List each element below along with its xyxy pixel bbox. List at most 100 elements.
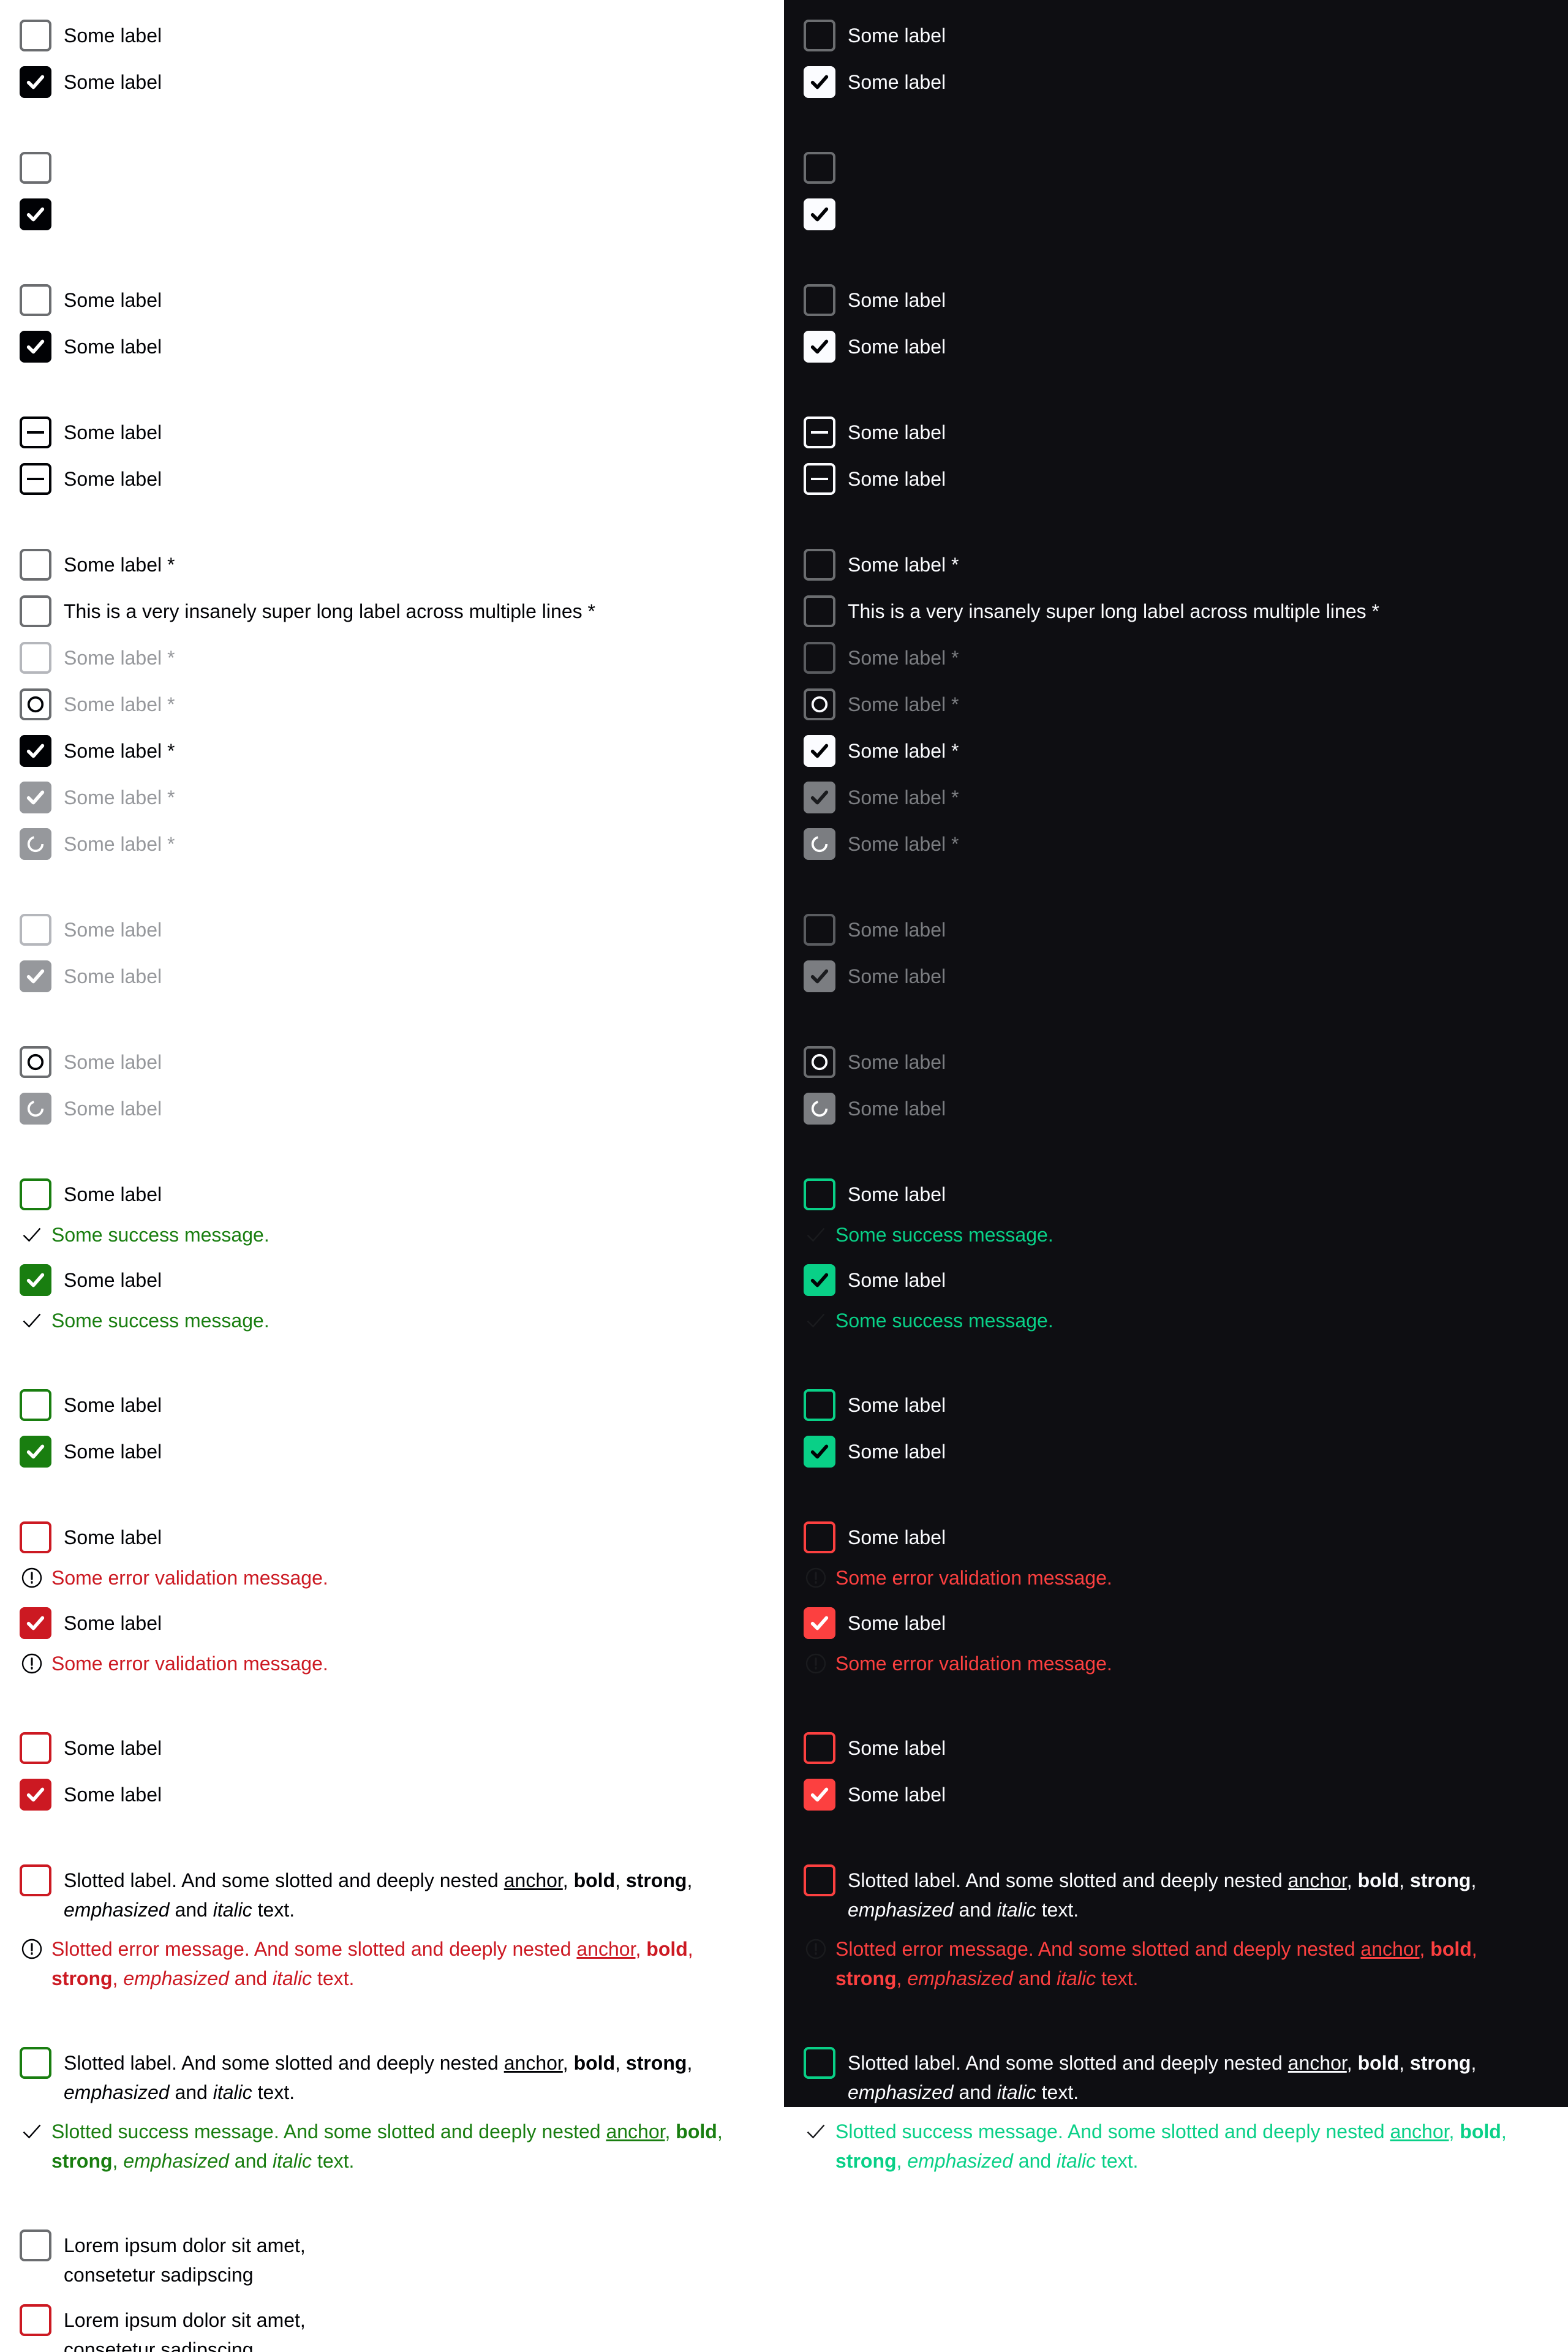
checkbox-error-checked[interactable] — [20, 1779, 51, 1811]
checkbox-unchecked[interactable] — [20, 152, 51, 184]
checkbox-row[interactable]: Some label — [20, 66, 784, 98]
checkbox-checked[interactable] — [804, 66, 835, 98]
checkbox-success-checked[interactable] — [804, 1436, 835, 1468]
checkbox-unchecked[interactable] — [804, 152, 835, 184]
checkbox-row[interactable]: Some label — [804, 284, 1568, 316]
checkbox-row[interactable]: Some label — [20, 20, 784, 51]
checkbox-row[interactable]: Some label — [20, 1779, 784, 1811]
checkbox-error-checked[interactable] — [804, 1779, 835, 1811]
checkbox-row[interactable]: Some label — [20, 284, 784, 316]
checkbox-indeterminate[interactable] — [20, 417, 51, 448]
checkbox-row[interactable]: Some label — [804, 1178, 1568, 1210]
checkbox-error[interactable] — [20, 1521, 51, 1553]
checkbox-error[interactable] — [804, 1732, 835, 1764]
checkbox-row[interactable] — [20, 152, 784, 184]
checkbox-row[interactable]: Some label — [804, 1389, 1568, 1421]
checkbox-row[interactable]: Some label * — [804, 735, 1568, 767]
checkbox-unchecked[interactable] — [804, 20, 835, 51]
checkbox-success[interactable] — [20, 1178, 51, 1210]
checkbox-checked[interactable] — [804, 331, 835, 363]
checkbox-checked[interactable] — [804, 735, 835, 767]
slotted-anchor-link[interactable]: anchor — [504, 1869, 563, 1891]
checkbox-row[interactable]: Some label — [804, 1521, 1568, 1553]
checkbox-error-checked[interactable] — [20, 1607, 51, 1639]
checkbox-row[interactable] — [20, 198, 784, 230]
checkbox-row[interactable]: Some label * — [804, 549, 1568, 581]
checkbox-success[interactable] — [804, 1178, 835, 1210]
checkbox-checked[interactable] — [20, 198, 51, 230]
checkbox-row[interactable]: Some label — [20, 1178, 784, 1210]
slotted-anchor-link[interactable]: anchor — [1360, 1938, 1419, 1960]
checkbox-error[interactable] — [804, 1521, 835, 1553]
checkbox-checked[interactable] — [20, 735, 51, 767]
checkbox-error[interactable] — [804, 1864, 835, 1896]
checkbox-row[interactable]: This is a very insanely super long label… — [804, 595, 1568, 627]
checkbox-row[interactable] — [804, 152, 1568, 184]
checkbox-checked[interactable] — [20, 331, 51, 363]
checkbox-row[interactable]: Some label — [804, 1264, 1568, 1296]
checkbox-row[interactable]: Some label — [804, 1607, 1568, 1639]
checkbox-row[interactable]: This is a very insanely super long label… — [20, 595, 784, 627]
checkbox-row[interactable]: Some label — [20, 417, 784, 448]
checkbox-row[interactable]: Some label — [804, 463, 1568, 495]
checkbox-row[interactable]: Some label — [20, 1264, 784, 1296]
checkbox-row[interactable]: Lorem ipsum dolor sit amet, consetetur s… — [20, 2304, 363, 2352]
checkbox-unchecked[interactable] — [20, 549, 51, 581]
checkbox-unchecked[interactable] — [804, 284, 835, 316]
checkbox-checked[interactable] — [804, 198, 835, 230]
checkbox-row[interactable]: Slotted label. And some slotted and deep… — [20, 1864, 784, 1924]
checkbox-unchecked[interactable] — [804, 595, 835, 627]
checkbox-checked[interactable] — [20, 66, 51, 98]
checkbox-unchecked[interactable] — [20, 284, 51, 316]
checkbox-error[interactable] — [20, 1864, 51, 1896]
checkbox-unchecked[interactable] — [20, 20, 51, 51]
checkbox-row[interactable]: Some label — [20, 331, 784, 363]
checkbox-error-checked[interactable] — [804, 1607, 835, 1639]
checkbox-success[interactable] — [804, 1389, 835, 1421]
checkbox-label: Some label * — [848, 786, 959, 809]
checkbox-row[interactable]: Some label — [804, 1436, 1568, 1468]
slotted-anchor-link[interactable]: anchor — [504, 2052, 563, 2074]
checkbox-row[interactable]: Some label — [20, 1607, 784, 1639]
checkbox-success-checked[interactable] — [20, 1264, 51, 1296]
slotted-anchor-link[interactable]: anchor — [1288, 1869, 1347, 1891]
checkbox-unchecked[interactable] — [804, 549, 835, 581]
error-message: Slotted error message. And some slotted … — [20, 1934, 784, 1993]
checkbox-row[interactable]: Slotted label. And some slotted and deep… — [20, 2047, 784, 2107]
checkbox-success[interactable] — [20, 1389, 51, 1421]
checkbox-label: Some label — [64, 1269, 162, 1291]
checkbox-indeterminate[interactable] — [804, 417, 835, 448]
checkbox-row[interactable]: Some label — [804, 20, 1568, 51]
checkbox-row[interactable]: Some label * — [20, 735, 784, 767]
slotted-anchor-link[interactable]: anchor — [1288, 2052, 1347, 2074]
slotted-anchor-link[interactable]: anchor — [1390, 2120, 1449, 2143]
checkbox-row[interactable]: Some label — [804, 66, 1568, 98]
checkbox-row[interactable]: Lorem ipsum dolor sit amet, consetetur s… — [20, 2230, 363, 2290]
checkbox-error[interactable] — [20, 2304, 51, 2336]
checkbox-success[interactable] — [20, 2047, 51, 2079]
checkbox-row[interactable] — [804, 198, 1568, 230]
checkbox-row[interactable]: Some label — [20, 463, 784, 495]
checkbox-row[interactable]: Some label — [804, 417, 1568, 448]
checkbox-row[interactable]: Slotted label. And some slotted and deep… — [804, 1864, 1568, 1924]
checkbox-success-checked[interactable] — [20, 1436, 51, 1468]
checkbox-row[interactable]: Some label — [20, 1436, 784, 1468]
checkbox-indeterminate[interactable] — [804, 463, 835, 495]
checkbox-unchecked[interactable] — [20, 2230, 51, 2261]
slotted-anchor-link[interactable]: anchor — [576, 1938, 635, 1960]
checkbox-error[interactable] — [20, 1732, 51, 1764]
checkbox-row[interactable]: Some label — [20, 1732, 784, 1764]
checkbox-row[interactable]: Some label — [804, 1779, 1568, 1811]
checkbox-indeterminate[interactable] — [20, 463, 51, 495]
checkbox-row[interactable]: Some label — [20, 1521, 784, 1553]
checkbox-row[interactable]: Some label — [20, 1389, 784, 1421]
checkbox-unchecked[interactable] — [20, 595, 51, 627]
checkbox-success[interactable] — [804, 2047, 835, 2079]
checkbox-row[interactable]: Slotted label. And some slotted and deep… — [804, 2047, 1568, 2107]
slotted-anchor-link[interactable]: anchor — [606, 2120, 665, 2143]
check-icon — [810, 969, 829, 984]
checkbox-row[interactable]: Some label — [804, 1732, 1568, 1764]
checkbox-success-checked[interactable] — [804, 1264, 835, 1296]
checkbox-row[interactable]: Some label * — [20, 549, 784, 581]
checkbox-row[interactable]: Some label — [804, 331, 1568, 363]
